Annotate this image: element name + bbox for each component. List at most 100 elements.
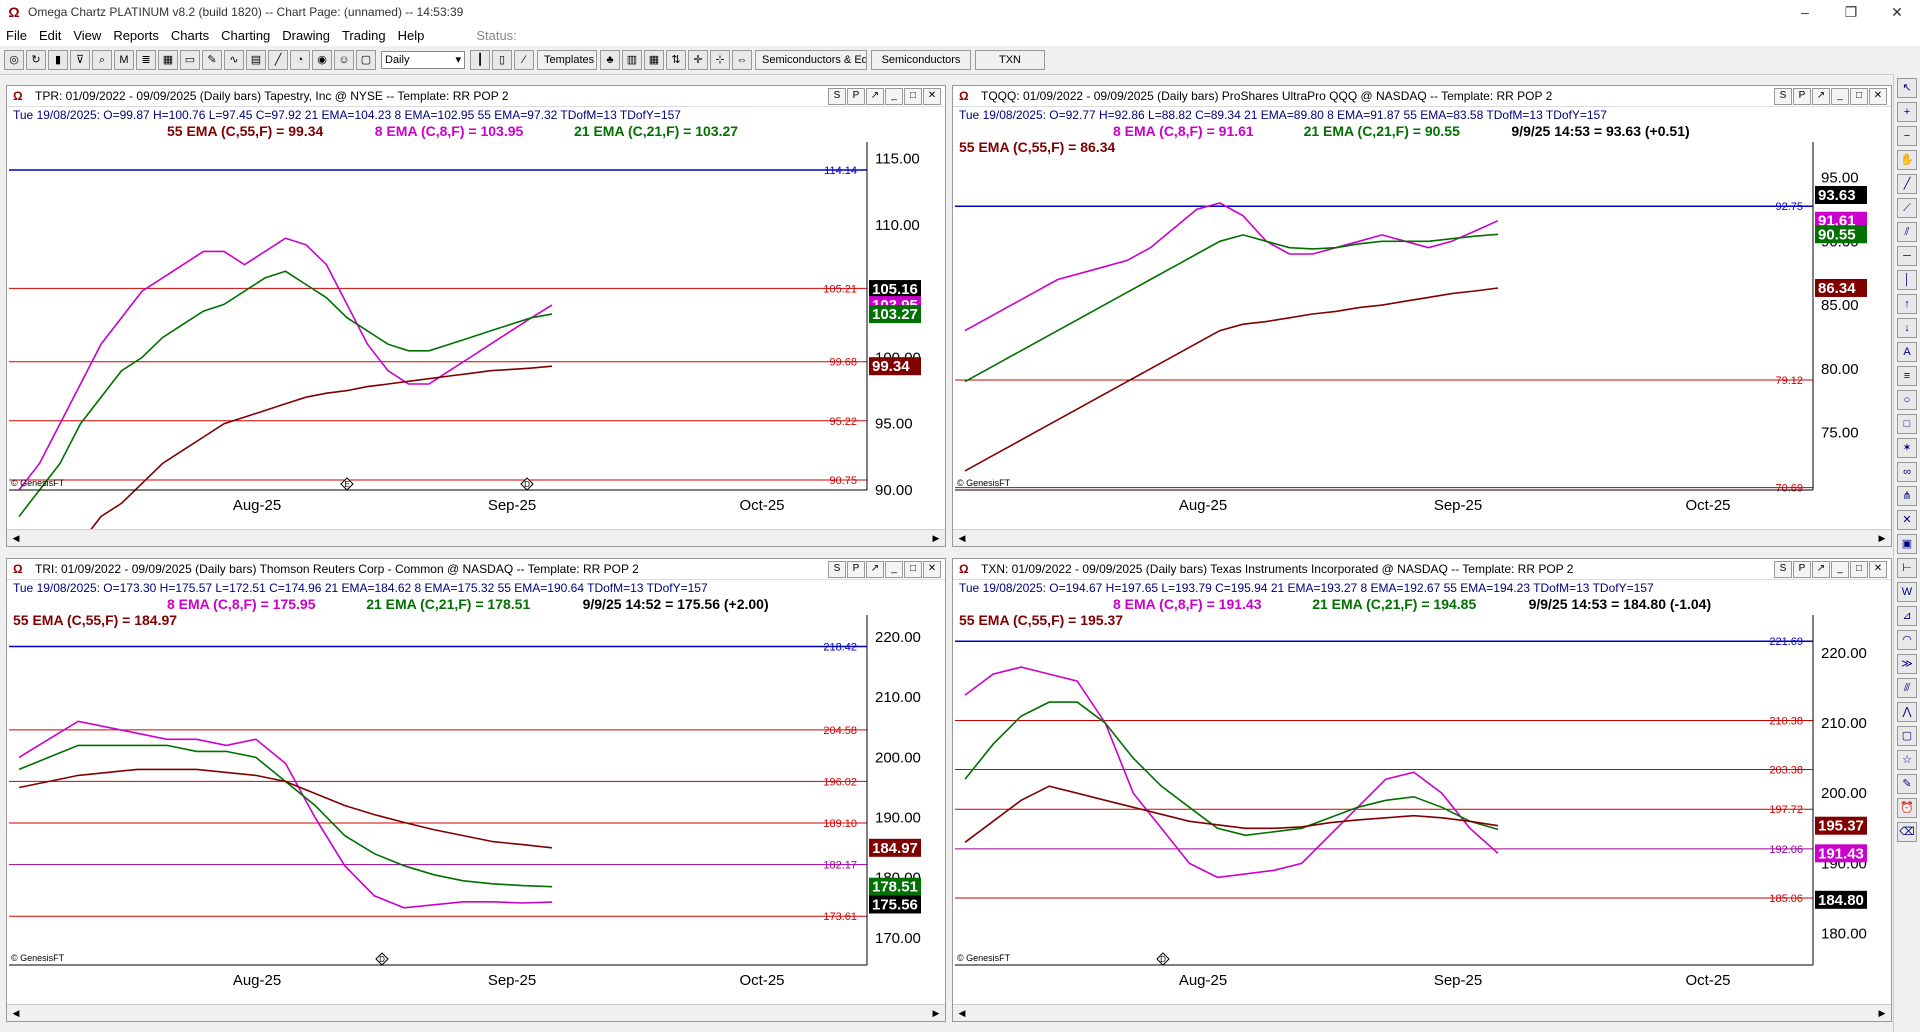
menu-charting[interactable]: Charting [215, 28, 276, 43]
text-icon[interactable]: A [1897, 342, 1917, 362]
alarm-icon[interactable]: ⏰ [1897, 798, 1917, 818]
traffic-light-icon[interactable]: ▮ [48, 50, 68, 70]
grid-icon[interactable]: ▦ [158, 50, 178, 70]
scroll-right-icon[interactable]: ▶ [929, 1006, 943, 1020]
gann-icon[interactable]: ✶ [1897, 438, 1917, 458]
panel-maximize-button[interactable]: □ [1850, 561, 1868, 578]
ray-icon[interactable]: ⟋ [1897, 198, 1917, 218]
tab-semiconductors[interactable]: Semiconductors [871, 50, 971, 70]
arrow-up-icon[interactable]: ↑ [1897, 294, 1917, 314]
speed-icon[interactable]: ≫ [1897, 654, 1917, 674]
horizontal-scrollbar[interactable]: ◀ ▶ [7, 529, 945, 546]
s-button[interactable]: S [1774, 88, 1792, 105]
chart-panel-tpr[interactable]: Ω TPR: 01/09/2022 - 09/09/2025 (Daily bar… [6, 85, 946, 547]
network-icon[interactable]: ♣ [600, 50, 620, 70]
chat-icon[interactable]: ▢ [356, 50, 376, 70]
panel-maximize-button[interactable]: □ [1850, 88, 1868, 105]
price-chart[interactable]: 8 EMA (C,8,F) = 175.95 21 EMA (C,21,F) = … [7, 595, 945, 1005]
scroll-left-icon[interactable]: ◀ [9, 531, 23, 545]
menu-help[interactable]: Help [392, 28, 431, 43]
rectangle-icon[interactable]: □ [1897, 414, 1917, 434]
wave-count-icon[interactable]: W [1897, 582, 1917, 602]
fib-icon[interactable]: ≡ [1897, 366, 1917, 386]
horizontal-scrollbar[interactable]: ◀ ▶ [953, 1004, 1891, 1021]
scroll-left-icon[interactable]: ◀ [955, 531, 969, 545]
m-icon[interactable]: M [114, 50, 134, 70]
restore-button[interactable]: ❐ [1828, 0, 1874, 24]
pencil-icon[interactable]: ✎ [202, 50, 222, 70]
vline-icon[interactable]: │ [1897, 270, 1917, 290]
price-chart[interactable]: 8 EMA (C,8,F) = 191.43 21 EMA (C,21,F) = … [953, 595, 1891, 1005]
target-icon[interactable]: ◉ [312, 50, 332, 70]
link-button[interactable]: ↗ [1812, 561, 1830, 578]
erase-icon[interactable]: ✕ [1897, 510, 1917, 530]
delete-all-icon[interactable]: ⌫ [1897, 822, 1917, 842]
table-icon[interactable]: ▦ [644, 50, 664, 70]
list-icon[interactable]: ≣ [136, 50, 156, 70]
chart-panel-txn[interactable]: Ω TXN: 01/09/2022 - 09/09/2025 (Daily bar… [952, 558, 1892, 1022]
cycle-icon[interactable]: ∞ [1897, 462, 1917, 482]
crosshair-icon[interactable]: ✛ [688, 50, 708, 70]
channel-icon[interactable]: ⫽ [1897, 222, 1917, 242]
circle-icon[interactable]: ○ [1897, 390, 1917, 410]
p-button[interactable]: P [1793, 88, 1811, 105]
p-button[interactable]: P [847, 561, 865, 578]
menu-drawing[interactable]: Drawing [276, 28, 336, 43]
adjust-icon[interactable]: ⊹ [710, 50, 730, 70]
panel-minimize-button[interactable]: _ [1831, 561, 1849, 578]
panel-close-button[interactable]: ✕ [1869, 88, 1887, 105]
chart-panel-tri[interactable]: Ω TRI: 01/09/2022 - 09/09/2025 (Daily bar… [6, 558, 946, 1022]
fan-icon[interactable]: ⊿ [1897, 606, 1917, 626]
square-icon[interactable]: ▢ [1897, 726, 1917, 746]
templates-button[interactable]: Templates [537, 50, 597, 70]
panel-close-button[interactable]: ✕ [923, 561, 941, 578]
horizontal-scrollbar[interactable]: ◀ ▶ [7, 1004, 945, 1021]
panel-minimize-button[interactable]: _ [1831, 88, 1849, 105]
tab-semiconductors-equip[interactable]: Semiconductors & Equi [755, 50, 867, 70]
folder-icon[interactable]: ▭ [180, 50, 200, 70]
magnify-icon[interactable]: ⌕ [92, 50, 112, 70]
panel-close-button[interactable]: ✕ [1869, 561, 1887, 578]
hline-icon[interactable]: ─ [1897, 246, 1917, 266]
p-button[interactable]: P [1793, 561, 1811, 578]
s-button[interactable]: S [828, 88, 846, 105]
s-button[interactable]: S [1774, 561, 1792, 578]
chart-icon[interactable]: ▤ [246, 50, 266, 70]
menu-edit[interactable]: Edit [33, 28, 67, 43]
link-button[interactable]: ↗ [1812, 88, 1830, 105]
pitchfork-icon[interactable]: ⋔ [1897, 486, 1917, 506]
scroll-right-icon[interactable]: ▶ [1875, 531, 1889, 545]
scroll-left-icon[interactable]: ◀ [9, 1006, 23, 1020]
pointer-icon[interactable]: ↖ [1897, 78, 1917, 98]
line-tool-icon[interactable]: ╱ [268, 50, 288, 70]
menu-file[interactable]: File [0, 28, 33, 43]
close-button[interactable]: ✕ [1874, 0, 1920, 24]
price-chart[interactable]: 8 EMA (C,8,F) = 91.61 21 EMA (C,21,F) = 9… [953, 122, 1891, 530]
panel-minimize-button[interactable]: _ [885, 88, 903, 105]
wave-icon[interactable]: ∿ [224, 50, 244, 70]
menu-charts[interactable]: Charts [165, 28, 215, 43]
minimize-button[interactable]: – [1782, 0, 1828, 24]
panel-maximize-button[interactable]: □ [904, 88, 922, 105]
link-button[interactable]: ↗ [866, 88, 884, 105]
sort-icon[interactable]: ⇅ [666, 50, 686, 70]
p-button[interactable]: P [847, 88, 865, 105]
gauge-icon[interactable]: ◔ [290, 50, 310, 70]
menu-trading[interactable]: Trading [336, 28, 392, 43]
tab-txn[interactable]: TXN [975, 50, 1045, 70]
smile-icon[interactable]: ☺ [334, 50, 354, 70]
panel-minimize-button[interactable]: _ [885, 561, 903, 578]
columns-icon[interactable]: ▥ [622, 50, 642, 70]
menu-view[interactable]: View [67, 28, 107, 43]
menu-reports[interactable]: Reports [107, 28, 165, 43]
measure-icon[interactable]: ⊢ [1897, 558, 1917, 578]
hand-icon[interactable]: ✋ [1897, 150, 1917, 170]
andrews-icon[interactable]: ⋀ [1897, 702, 1917, 722]
trendline-icon[interactable]: ╱ [1897, 174, 1917, 194]
zoom-in-icon[interactable]: + [1897, 102, 1917, 122]
candle-style-icon[interactable]: ▯ [492, 50, 512, 70]
globe-icon[interactable]: ◎ [4, 50, 24, 70]
zoom-out-icon[interactable]: − [1897, 126, 1917, 146]
line-style-icon[interactable]: ⁄ [514, 50, 534, 70]
s-button[interactable]: S [828, 561, 846, 578]
